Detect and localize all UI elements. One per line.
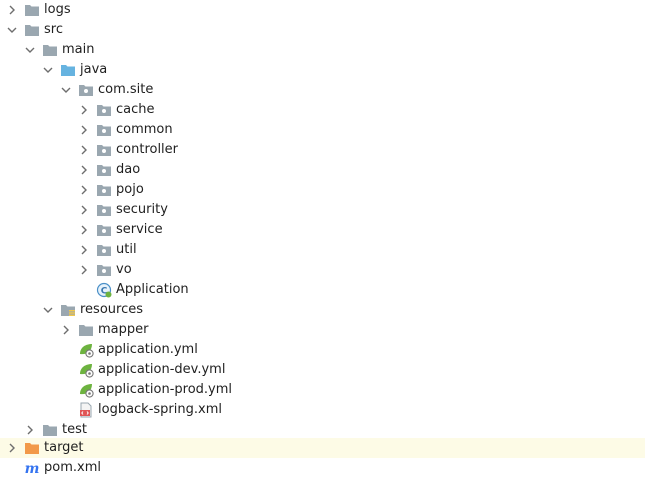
tree-item-resources[interactable]: resources (0, 300, 645, 320)
chevron-right-icon[interactable] (6, 4, 18, 16)
chevron-right-icon[interactable] (78, 124, 90, 136)
package-icon (96, 262, 112, 278)
chevron-right-icon[interactable] (6, 442, 18, 454)
tree-item-java[interactable]: java (0, 60, 645, 80)
folder-icon (78, 322, 94, 338)
source-root-folder-icon (60, 62, 76, 78)
resources-root-folder-icon (60, 302, 76, 318)
tree-item-main[interactable]: main (0, 40, 645, 60)
tree-item-label: security (116, 202, 168, 217)
tree-item-label: Application (116, 282, 189, 297)
tree-item-dao[interactable]: dao (0, 160, 645, 180)
spring-config-file-icon (78, 342, 94, 358)
package-icon (78, 82, 94, 98)
tree-item-pojo[interactable]: pojo (0, 180, 645, 200)
chevron-right-icon[interactable] (78, 204, 90, 216)
tree-item-logs[interactable]: logs (0, 0, 645, 20)
chevron-down-icon[interactable] (6, 24, 18, 36)
tree-item-application-prod-yml[interactable]: application-prod.yml (0, 380, 645, 400)
package-icon (96, 182, 112, 198)
package-icon (96, 162, 112, 178)
tree-item-label: mapper (98, 322, 149, 337)
chevron-down-icon[interactable] (24, 44, 36, 56)
excluded-folder-icon (24, 440, 40, 456)
tree-item-label: src (44, 22, 63, 37)
tree-item-label: dao (116, 162, 141, 177)
tree-item-common[interactable]: common (0, 120, 645, 140)
tree-item-target[interactable]: target (0, 438, 645, 458)
tree-item-vo[interactable]: vo (0, 260, 645, 280)
chevron-down-icon[interactable] (42, 304, 54, 316)
tree-item-label: controller (116, 142, 179, 157)
tree-item-label: logs (44, 2, 71, 17)
spring-boot-class-icon: C (96, 282, 112, 298)
folder-icon (42, 42, 58, 58)
package-icon (96, 202, 112, 218)
tree-item-label: logback-spring.xml (98, 402, 222, 417)
tree-item-pom-xml[interactable]: m pom.xml (0, 458, 645, 478)
tree-item-label: application.yml (98, 342, 198, 357)
package-icon (96, 142, 112, 158)
folder-icon (24, 22, 40, 38)
folder-icon (42, 422, 58, 438)
tree-item-security[interactable]: security (0, 200, 645, 220)
tree-item-controller[interactable]: controller (0, 140, 645, 160)
tree-item-label: application-prod.yml (98, 382, 233, 397)
chevron-right-icon[interactable] (24, 424, 36, 436)
tree-item-application-dev-yml[interactable]: application-dev.yml (0, 360, 645, 380)
chevron-right-icon[interactable] (78, 244, 90, 256)
tree-item-label: main (62, 42, 95, 57)
tree-item-com-site[interactable]: com.site (0, 80, 645, 100)
tree-item-label: common (116, 122, 173, 137)
chevron-right-icon[interactable] (78, 264, 90, 276)
project-tree: logs src main java com.site cache common… (0, 0, 645, 479)
chevron-right-icon[interactable] (78, 144, 90, 156)
tree-item-service[interactable]: service (0, 220, 645, 240)
chevron-down-icon[interactable] (42, 64, 54, 76)
package-icon (96, 242, 112, 258)
tree-item-label: resources (80, 302, 144, 317)
spring-config-file-icon (78, 362, 94, 378)
spring-config-file-icon (78, 382, 94, 398)
xml-file-icon (78, 402, 94, 418)
chevron-down-icon[interactable] (60, 84, 72, 96)
maven-file-icon: m (24, 460, 40, 476)
tree-item-label: util (116, 242, 137, 257)
chevron-right-icon[interactable] (60, 324, 72, 336)
package-icon (96, 222, 112, 238)
package-icon (96, 122, 112, 138)
chevron-right-icon[interactable] (78, 164, 90, 176)
tree-item-label: com.site (98, 82, 154, 97)
tree-item-test[interactable]: test (0, 420, 645, 440)
tree-item-label: service (116, 222, 163, 237)
tree-item-application-class[interactable]: C Application (0, 280, 645, 300)
folder-icon (24, 2, 40, 18)
tree-item-label: pom.xml (44, 460, 101, 475)
tree-item-util[interactable]: util (0, 240, 645, 260)
tree-item-cache[interactable]: cache (0, 100, 645, 120)
svg-text:m: m (25, 461, 40, 476)
chevron-right-icon[interactable] (78, 224, 90, 236)
tree-item-label: pojo (116, 182, 144, 197)
tree-item-label: vo (116, 262, 132, 277)
tree-item-application-yml[interactable]: application.yml (0, 340, 645, 360)
chevron-right-icon[interactable] (78, 184, 90, 196)
package-icon (96, 102, 112, 118)
tree-item-label: cache (116, 102, 155, 117)
tree-item-label: target (44, 440, 84, 455)
tree-item-mapper[interactable]: mapper (0, 320, 645, 340)
tree-item-label: java (80, 62, 108, 77)
tree-item-label: application-dev.yml (98, 362, 226, 377)
tree-item-logback-spring-xml[interactable]: logback-spring.xml (0, 400, 645, 420)
chevron-right-icon[interactable] (78, 104, 90, 116)
tree-item-src[interactable]: src (0, 20, 645, 40)
tree-item-label: test (62, 422, 87, 437)
